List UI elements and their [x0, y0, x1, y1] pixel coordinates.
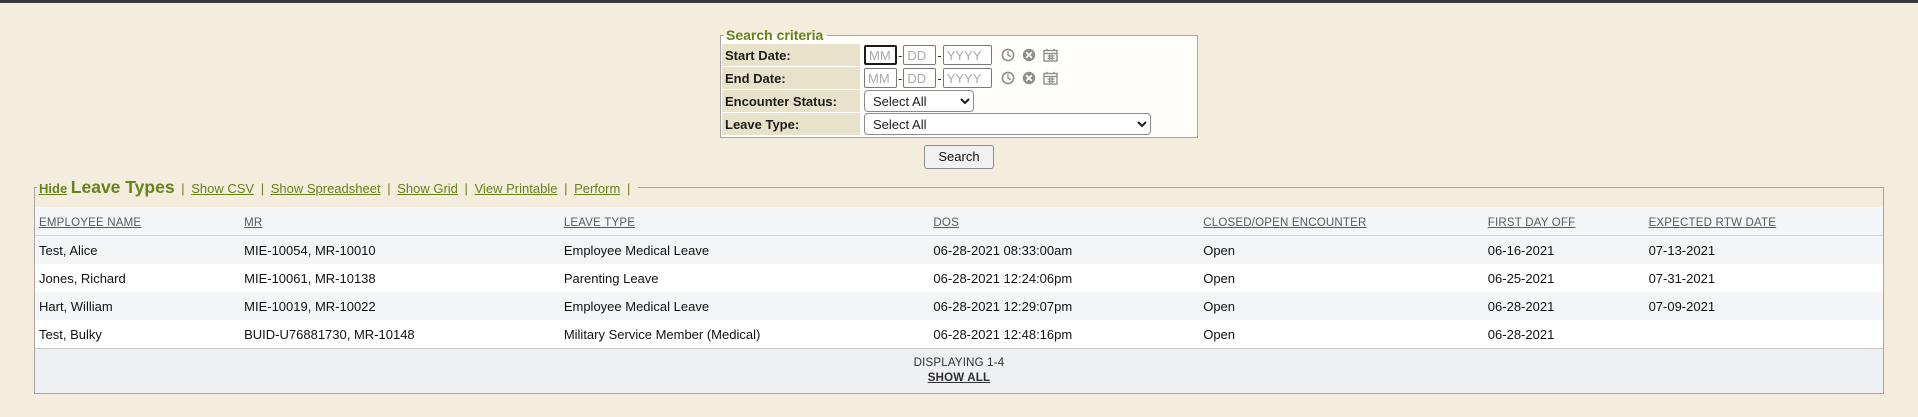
start-date-row: Start Date: - - — [722, 44, 1196, 66]
show-all-link[interactable]: SHOW ALL — [928, 372, 991, 384]
start-date-day-input[interactable] — [903, 45, 936, 65]
cell-mr: BUID-U76881730, MR-10148 — [240, 320, 560, 348]
column-header-leave-type[interactable]: LEAVE TYPE — [564, 217, 635, 229]
cell-expected-rtw-date: 07-31-2021 — [1645, 264, 1883, 292]
table-row[interactable]: Test, Alice MIE-10054, MR-10010 Employee… — [35, 236, 1883, 265]
table-footer: DISPLAYING 1-4 SHOW ALL — [35, 348, 1883, 393]
column-header-closed-open-encounter[interactable]: CLOSED/OPEN ENCOUNTER — [1203, 217, 1366, 229]
clear-circle-icon[interactable] — [1022, 71, 1036, 85]
cell-leave-type: Employee Medical Leave — [560, 292, 930, 320]
cell-first-day-off: 06-28-2021 — [1484, 292, 1645, 320]
end-date-label: End Date: — [722, 67, 860, 89]
start-date-label: Start Date: — [722, 44, 860, 66]
cell-leave-type: Military Service Member (Medical) — [560, 320, 930, 348]
column-header-mr[interactable]: MR — [244, 217, 262, 229]
window-top-edge — [0, 0, 1918, 3]
column-header-first-day-off[interactable]: FIRST DAY OFF — [1488, 217, 1576, 229]
end-date-month-input[interactable] — [864, 68, 897, 88]
leave-type-row: Leave Type: Select All — [722, 113, 1196, 135]
toolbar-separator: | — [465, 181, 468, 196]
date-separator: - — [898, 48, 902, 63]
start-date-year-input[interactable] — [943, 45, 992, 65]
leave-types-table: EMPLOYEE NAME MR LEAVE TYPE DOS CLOSED/O… — [35, 207, 1883, 348]
date-separator: - — [937, 48, 941, 63]
date-separator: - — [898, 71, 902, 86]
leave-types-title: Leave Types — [71, 177, 175, 197]
cell-mr: MIE-10061, MR-10138 — [240, 264, 560, 292]
clock-icon[interactable] — [1001, 71, 1015, 85]
table-row[interactable]: Test, Bulky BUID-U76881730, MR-10148 Mil… — [35, 320, 1883, 348]
leave-types-legend: Hide Leave Types | Show CSV | Show Sprea… — [37, 177, 638, 198]
date-separator: - — [937, 71, 941, 86]
calendar-icon[interactable] — [1043, 48, 1058, 62]
hide-link[interactable]: Hide — [39, 181, 67, 196]
cell-leave-type: Employee Medical Leave — [560, 236, 930, 265]
cell-first-day-off: 06-28-2021 — [1484, 320, 1645, 348]
cell-mr: MIE-10054, MR-10010 — [240, 236, 560, 265]
search-criteria-fieldset: Search criteria Start Date: - - End D — [720, 27, 1198, 138]
search-criteria-legend: Search criteria — [724, 27, 827, 43]
show-csv-link[interactable]: Show CSV — [191, 181, 254, 196]
cell-employee-name: Test, Alice — [35, 236, 240, 265]
view-printable-link[interactable]: View Printable — [475, 181, 558, 196]
cell-employee-name: Jones, Richard — [35, 264, 240, 292]
cell-dos: 06-28-2021 08:33:00am — [929, 236, 1199, 265]
leave-type-select[interactable]: Select All — [864, 113, 1151, 135]
cell-first-day-off: 06-16-2021 — [1484, 236, 1645, 265]
cell-expected-rtw-date — [1645, 320, 1883, 348]
displaying-count: DISPLAYING 1-4 — [35, 357, 1883, 369]
show-grid-link[interactable]: Show Grid — [397, 181, 458, 196]
toolbar-separator: | — [564, 181, 567, 196]
table-row[interactable]: Jones, Richard MIE-10061, MR-10138 Paren… — [35, 264, 1883, 292]
cell-closed-open-encounter: Open — [1199, 320, 1484, 348]
cell-expected-rtw-date: 07-09-2021 — [1645, 292, 1883, 320]
encounter-status-label: Encounter Status: — [722, 90, 860, 112]
table-row[interactable]: Hart, William MIE-10019, MR-10022 Employ… — [35, 292, 1883, 320]
encounter-status-row: Encounter Status: Select All — [722, 90, 1196, 112]
table-header-row: EMPLOYEE NAME MR LEAVE TYPE DOS CLOSED/O… — [35, 207, 1883, 236]
column-header-dos[interactable]: DOS — [933, 217, 959, 229]
cell-employee-name: Test, Bulky — [35, 320, 240, 348]
cell-closed-open-encounter: Open — [1199, 264, 1484, 292]
end-date-row: End Date: - - — [722, 67, 1196, 89]
cell-dos: 06-28-2021 12:29:07pm — [929, 292, 1199, 320]
leave-type-label: Leave Type: — [722, 113, 860, 135]
encounter-status-select[interactable]: Select All — [864, 90, 974, 112]
clock-icon[interactable] — [1001, 48, 1015, 62]
search-button[interactable]: Search — [924, 145, 993, 169]
column-header-expected-rtw-date[interactable]: EXPECTED RTW DATE — [1649, 217, 1777, 229]
calendar-icon[interactable] — [1043, 71, 1058, 85]
toolbar-separator: | — [261, 181, 264, 196]
cell-employee-name: Hart, William — [35, 292, 240, 320]
cell-first-day-off: 06-25-2021 — [1484, 264, 1645, 292]
cell-mr: MIE-10019, MR-10022 — [240, 292, 560, 320]
show-spreadsheet-link[interactable]: Show Spreadsheet — [271, 181, 381, 196]
toolbar-separator: | — [387, 181, 390, 196]
end-date-year-input[interactable] — [943, 68, 992, 88]
toolbar-separator: | — [181, 181, 184, 196]
cell-dos: 06-28-2021 12:24:06pm — [929, 264, 1199, 292]
cell-expected-rtw-date: 07-13-2021 — [1645, 236, 1883, 265]
cell-leave-type: Parenting Leave — [560, 264, 930, 292]
perform-link[interactable]: Perform — [574, 181, 620, 196]
cell-dos: 06-28-2021 12:48:16pm — [929, 320, 1199, 348]
cell-closed-open-encounter: Open — [1199, 236, 1484, 265]
start-date-month-input[interactable] — [864, 45, 897, 65]
leave-types-fieldset: Hide Leave Types | Show CSV | Show Sprea… — [34, 177, 1884, 394]
cell-closed-open-encounter: Open — [1199, 292, 1484, 320]
column-header-employee-name[interactable]: EMPLOYEE NAME — [39, 217, 141, 229]
end-date-day-input[interactable] — [903, 68, 936, 88]
clear-circle-icon[interactable] — [1022, 48, 1036, 62]
toolbar-separator: | — [627, 181, 630, 196]
